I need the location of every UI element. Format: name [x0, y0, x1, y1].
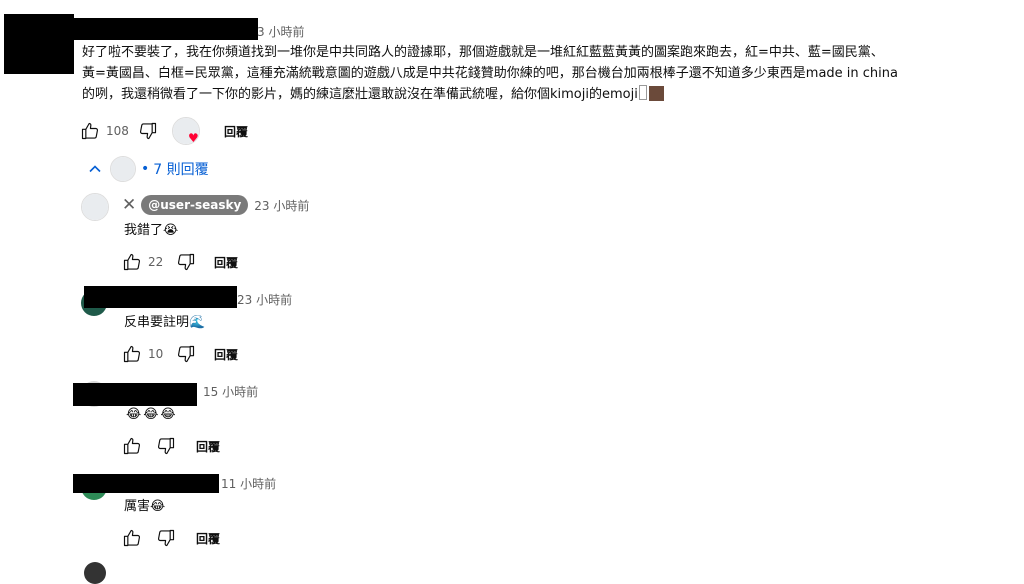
reply-actions: 10 回覆	[122, 342, 238, 366]
redacted-username	[73, 474, 219, 493]
like-count: 22	[148, 255, 164, 269]
reply-text-content: 厲害	[124, 499, 151, 514]
comment-line: 的咧，我還稍微看了一下你的影片，媽的練這麼壯還敢說沒在準備武統喔，給你個kimo…	[82, 84, 1017, 105]
reply-button[interactable]: 回覆	[214, 346, 238, 363]
thumbs-down-icon[interactable]	[156, 528, 176, 548]
replies-count-label: 7 則回覆	[153, 162, 209, 178]
thumbs-down-icon[interactable]	[176, 252, 196, 272]
thumbs-up-icon[interactable]	[122, 252, 142, 272]
comment-line-text: 的咧，我還稍微看了一下你的影片，媽的練這麼壯還敢說沒在準備武統喔，給你個kimo…	[82, 87, 638, 102]
like-count: 10	[148, 347, 164, 361]
reply-button[interactable]: 回覆	[224, 123, 248, 140]
avatar-image	[111, 157, 135, 181]
author-handle-chip[interactable]: @user-seasky	[141, 195, 249, 215]
separator-dot: •	[141, 161, 150, 177]
reply-actions: 22 回覆	[122, 250, 238, 274]
reply-button[interactable]: 回覆	[196, 438, 220, 455]
reply-text-content: 我錯了	[124, 223, 164, 238]
reply-button[interactable]: 回覆	[196, 530, 220, 547]
reply-timestamp[interactable]: 11 小時前	[221, 475, 276, 492]
missing-glyph-icon	[638, 85, 647, 100]
avatar-image	[82, 194, 108, 220]
reply-text: 我錯了😭	[124, 220, 178, 241]
replies-toggle[interactable]: • 7 則回覆	[88, 156, 209, 182]
thumbs-down-icon[interactable]	[176, 344, 196, 364]
like-count: 108	[106, 124, 129, 138]
emoji: 🌊	[189, 315, 206, 330]
reply-timestamp[interactable]: 23 小時前	[237, 291, 292, 308]
comment-line: 好了啦不要裝了，我在你頻道找到一堆你是中共同路人的證據耶，那個遊戲就是一堆紅紅藍…	[82, 45, 884, 60]
heart-icon: ♥	[188, 131, 199, 145]
reply-button[interactable]: 回覆	[214, 254, 238, 271]
comment-line: 黃=黃國昌、白框=民眾黨，這種充滿統戰意圖的遊戲八成是中共花錢贊助你練的吧，那台…	[82, 66, 898, 81]
reply-timestamp[interactable]: 15 小時前	[203, 383, 258, 400]
thumbs-up-icon[interactable]	[80, 121, 100, 141]
reply-actions: 回覆	[122, 526, 220, 550]
close-icon: ✕	[122, 195, 137, 215]
redacted-username	[84, 286, 237, 308]
reply-text: 😂😂😂	[126, 404, 178, 425]
redacted-username	[70, 18, 258, 40]
comment-actions: 108 ♥ 回覆	[80, 117, 248, 145]
comment-text: 好了啦不要裝了，我在你頻道找到一堆你是中共同路人的證據耶，那個遊戲就是一堆紅紅藍…	[82, 42, 1017, 105]
comment-timestamp[interactable]: 3 小時前	[257, 23, 304, 40]
replier-avatar	[110, 156, 136, 182]
reply-text-content: 反串要註明	[124, 315, 190, 330]
reply-header: ✕ @user-seasky 23 小時前	[122, 195, 309, 215]
redacted-username	[73, 383, 197, 406]
reply-timestamp[interactable]: 23 小時前	[254, 197, 309, 214]
thumbs-down-icon[interactable]	[156, 436, 176, 456]
thumbs-down-icon[interactable]	[138, 121, 158, 141]
reply-actions: 回覆	[122, 434, 220, 458]
redacted-avatar	[4, 14, 74, 74]
reply-text: 厲害😂	[124, 496, 165, 517]
emoji: 😂😂😂	[126, 407, 178, 422]
reply-avatar[interactable]	[84, 562, 106, 584]
thumbs-up-icon[interactable]	[122, 344, 142, 364]
thumbs-up-icon[interactable]	[122, 528, 142, 548]
brown-square-emoji	[648, 86, 664, 101]
thumbs-up-icon[interactable]	[122, 436, 142, 456]
reply-text: 反串要註明🌊	[124, 312, 205, 333]
chevron-up-icon	[88, 162, 102, 176]
emoji: 😭	[163, 223, 179, 238]
creator-heart[interactable]: ♥	[172, 117, 200, 145]
reply-avatar[interactable]	[81, 193, 109, 221]
emoji: 😂	[150, 499, 166, 514]
